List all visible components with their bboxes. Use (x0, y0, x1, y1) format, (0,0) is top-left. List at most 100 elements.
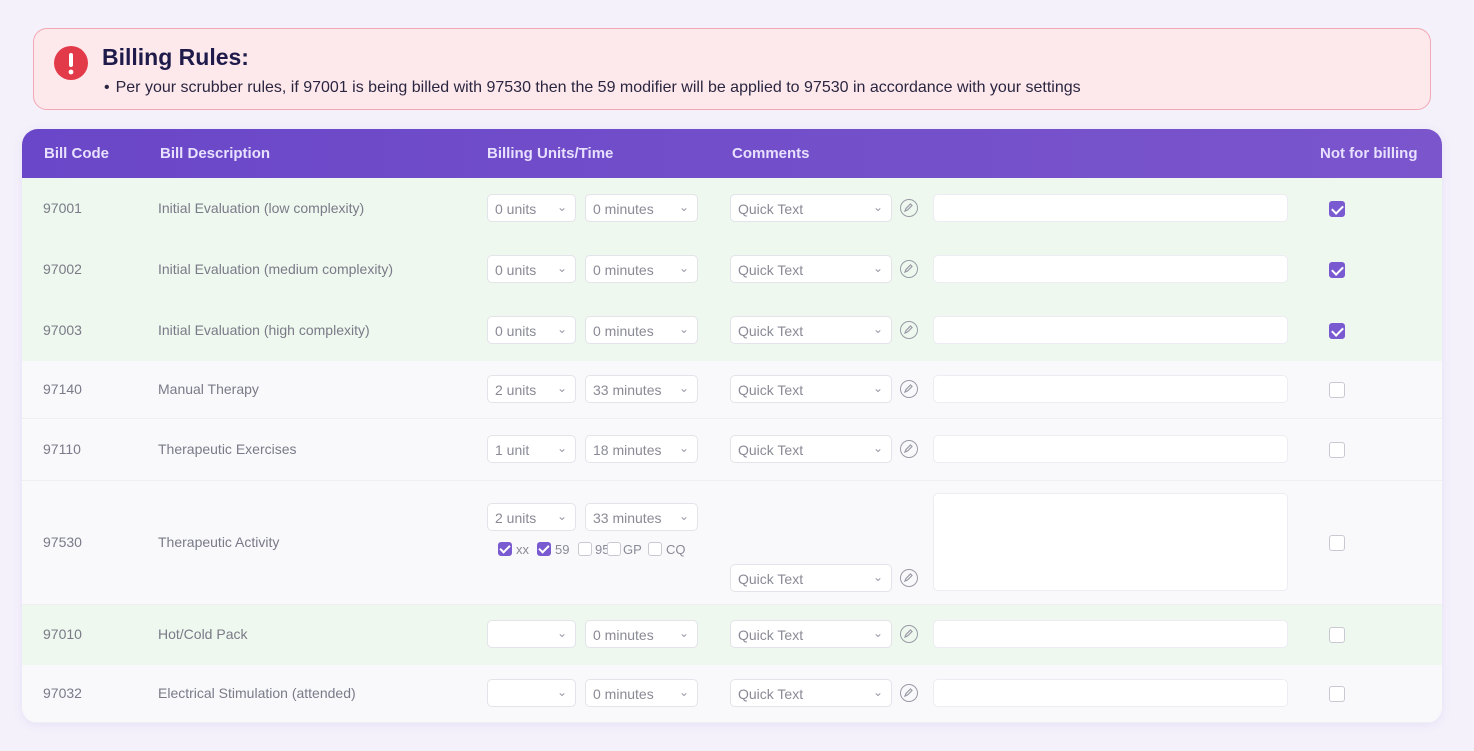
comment-input[interactable] (933, 375, 1288, 403)
minutes-select[interactable]: 0 minutes ⌄ (585, 620, 698, 648)
not-for-billing-checkbox[interactable] (1329, 627, 1345, 643)
not-for-billing-checkbox[interactable] (1329, 686, 1345, 702)
units-select[interactable]: ⌄ (487, 620, 576, 648)
units-select[interactable]: 1 unit ⌄ (487, 435, 576, 463)
not-for-billing-checkbox[interactable] (1329, 201, 1345, 217)
not-for-billing-checkbox[interactable] (1329, 442, 1345, 458)
pencil-icon[interactable] (900, 440, 918, 458)
units-select[interactable]: ⌄ (487, 679, 576, 707)
not-for-billing-checkbox[interactable] (1329, 323, 1345, 339)
comment-input[interactable] (933, 620, 1288, 648)
pencil-icon[interactable] (900, 684, 918, 702)
bill-description: Therapeutic Activity (158, 534, 280, 550)
quick-text-select[interactable]: Quick Text ⌄ (730, 620, 892, 648)
col-not-for-billing: Not for billing (1320, 145, 1418, 162)
chevron-down-icon: ⌄ (872, 441, 883, 455)
alert-bullet: • (104, 79, 110, 96)
chevron-down-icon: ⌄ (556, 322, 567, 336)
quick-text-select-value: Quick Text (738, 382, 804, 398)
pencil-icon[interactable] (900, 321, 918, 339)
minutes-select[interactable]: 18 minutes ⌄ (585, 435, 698, 463)
table-header: Bill Code Bill Description Billing Units… (22, 129, 1442, 178)
quick-text-select-value: Quick Text (738, 686, 804, 702)
col-billing-units-time: Billing Units/Time (487, 145, 614, 162)
bill-description: Initial Evaluation (low complexity) (158, 200, 365, 216)
units-select-value: 0 units (495, 323, 537, 339)
units-select[interactable]: 2 units ⌄ (487, 375, 576, 403)
units-select[interactable]: 2 units ⌄ (487, 503, 576, 531)
modifier-checkbox-xx[interactable] (498, 542, 512, 556)
modifier-label: 59 (555, 542, 570, 557)
modifier-checkbox-95[interactable] (578, 542, 592, 556)
chevron-down-icon: ⌄ (556, 626, 567, 640)
chevron-down-icon: ⌄ (678, 200, 689, 214)
bill-code: 97110 (43, 441, 81, 457)
chevron-down-icon: ⌄ (872, 322, 883, 336)
col-comments: Comments (732, 145, 810, 162)
quick-text-select[interactable]: Quick Text ⌄ (730, 679, 892, 707)
minutes-select[interactable]: 0 minutes ⌄ (585, 255, 698, 283)
chevron-down-icon: ⌄ (678, 322, 689, 336)
quick-text-select[interactable]: Quick Text ⌄ (730, 194, 892, 222)
table-row: 97001 Initial Evaluation (low complexity)… (22, 178, 1442, 240)
chevron-down-icon: ⌄ (556, 381, 567, 395)
modifier-checkbox-cq[interactable] (648, 542, 662, 556)
minutes-select[interactable]: 0 minutes ⌄ (585, 316, 698, 344)
quick-text-select[interactable]: Quick Text ⌄ (730, 255, 892, 283)
comment-input[interactable] (933, 316, 1288, 344)
not-for-billing-checkbox[interactable] (1329, 382, 1345, 398)
pencil-icon[interactable] (900, 625, 918, 643)
billing-rules-alert: Billing Rules: • Per your scrubber rules,… (33, 28, 1431, 110)
minutes-select[interactable]: 0 minutes ⌄ (585, 194, 698, 222)
minutes-select-value: 0 minutes (593, 686, 654, 702)
bill-description: Initial Evaluation (medium complexity) (158, 261, 393, 277)
table-row: 97002 Initial Evaluation (medium complexi… (22, 240, 1442, 300)
table-row: 97003 Initial Evaluation (high complexity… (22, 300, 1442, 361)
pencil-icon[interactable] (900, 569, 918, 587)
quick-text-select[interactable]: Quick Text ⌄ (730, 375, 892, 403)
exclamation-circle-icon (54, 46, 88, 80)
units-select-value: 0 units (495, 262, 537, 278)
minutes-select-value: 33 minutes (593, 382, 662, 398)
chevron-down-icon: ⌄ (556, 200, 567, 214)
minutes-select[interactable]: 33 minutes ⌄ (585, 503, 698, 531)
modifier-checkbox-gp[interactable] (607, 542, 621, 556)
quick-text-select[interactable]: Quick Text ⌄ (730, 564, 892, 592)
units-select[interactable]: 0 units ⌄ (487, 316, 576, 344)
quick-text-select[interactable]: Quick Text ⌄ (730, 316, 892, 344)
units-select-value: 0 units (495, 201, 537, 217)
comment-input[interactable] (933, 679, 1288, 707)
not-for-billing-checkbox[interactable] (1329, 535, 1345, 551)
pencil-icon[interactable] (900, 199, 918, 217)
col-bill-description: Bill Description (160, 145, 271, 162)
minutes-select[interactable]: 0 minutes ⌄ (585, 679, 698, 707)
alert-title: Billing Rules: (102, 44, 249, 70)
quick-text-select-value: Quick Text (738, 442, 804, 458)
bill-description: Manual Therapy (158, 381, 259, 397)
units-select-value: 2 units (495, 382, 537, 398)
minutes-select-value: 0 minutes (593, 201, 654, 217)
pencil-icon[interactable] (900, 380, 918, 398)
comment-input[interactable] (933, 194, 1288, 222)
chevron-down-icon: ⌄ (872, 685, 883, 699)
bill-description: Initial Evaluation (high complexity) (158, 322, 370, 338)
bill-code: 97530 (43, 534, 82, 550)
comment-input[interactable] (933, 435, 1288, 463)
chevron-down-icon: ⌄ (872, 381, 883, 395)
units-select[interactable]: 0 units ⌄ (487, 194, 576, 222)
chevron-down-icon: ⌄ (678, 685, 689, 699)
table-row: 97140 Manual Therapy 2 units ⌄ 33 minutes ⌄ Qu… (22, 361, 1442, 419)
modifier-checkbox-59[interactable] (537, 542, 551, 556)
table-row: 97110 Therapeutic Exercises 1 unit ⌄ 18 minu… (22, 419, 1442, 481)
chevron-down-icon: ⌄ (872, 261, 883, 275)
comment-input[interactable] (933, 255, 1288, 283)
quick-text-select[interactable]: Quick Text ⌄ (730, 435, 892, 463)
minutes-select[interactable]: 33 minutes ⌄ (585, 375, 698, 403)
pencil-icon[interactable] (900, 260, 918, 278)
units-select[interactable]: 0 units ⌄ (487, 255, 576, 283)
alert-message-text: Per your scrubber rules, if 97001 is bei… (115, 79, 1081, 96)
comment-input[interactable] (933, 493, 1288, 591)
bill-code: 97001 (43, 200, 82, 216)
col-bill-code: Bill Code (44, 145, 110, 162)
not-for-billing-checkbox[interactable] (1329, 262, 1345, 278)
